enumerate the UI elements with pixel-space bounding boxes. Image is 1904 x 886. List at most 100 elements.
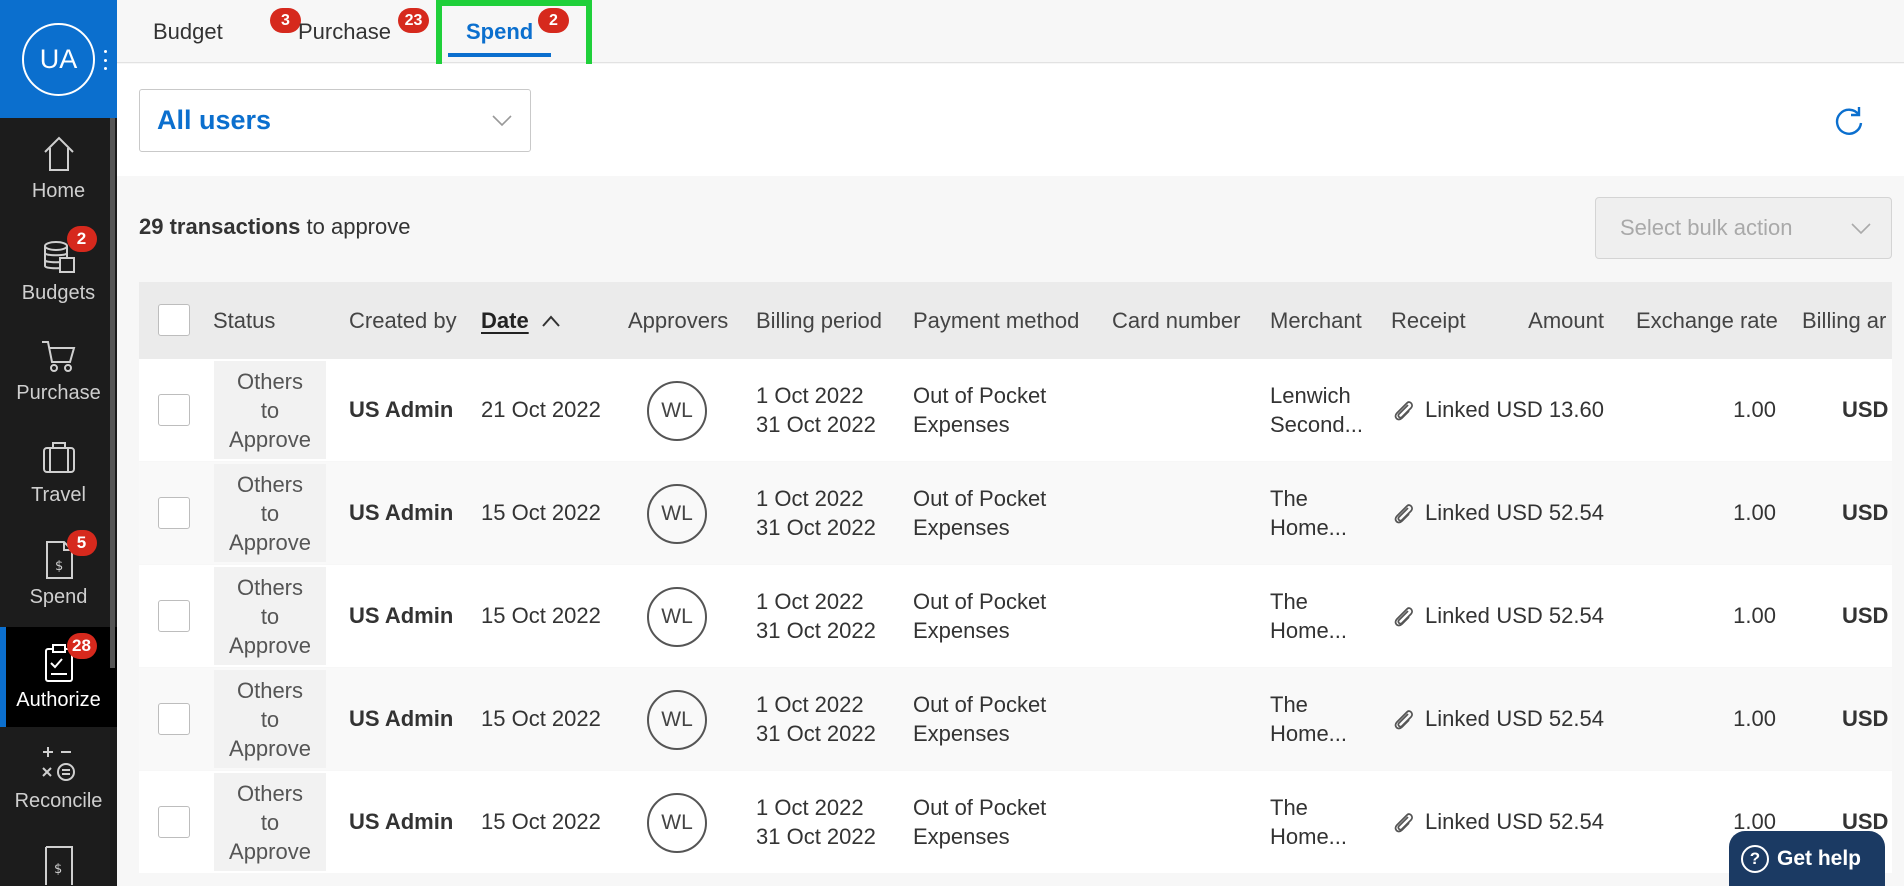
status-line: Others xyxy=(236,574,304,600)
clipboard-check-icon: 28 xyxy=(37,633,97,685)
receipt-link[interactable]: Linked xyxy=(1391,771,1490,873)
table-row[interactable]: Others to Approve US Admin 15 Oct 2022 WL 1 Oc… xyxy=(139,462,1892,564)
header-amount[interactable]: Amount xyxy=(1489,282,1604,359)
bulk-action-dropdown[interactable]: Select bulk action xyxy=(1595,197,1892,259)
payment-line: Out of Pocket xyxy=(913,795,1047,820)
table-row[interactable]: Others to Approve US Admin 15 Oct 2022 WL 1 Oc… xyxy=(139,771,1892,873)
status-line: to xyxy=(260,397,280,423)
sidebar-item-travel[interactable]: Travel xyxy=(0,422,117,522)
header-status[interactable]: Status xyxy=(213,282,275,359)
approver-avatar[interactable]: WL xyxy=(647,587,707,647)
refresh-icon[interactable] xyxy=(1832,104,1866,143)
spend-badge: 5 xyxy=(66,530,97,556)
approver-avatar[interactable]: WL xyxy=(647,793,707,853)
sidebar-item-more[interactable]: $ xyxy=(0,830,117,886)
period-start: 1 Oct 2022 xyxy=(756,486,864,511)
sidebar-item-spend[interactable]: $ 5 Spend xyxy=(0,524,117,624)
merchant-line: The xyxy=(1270,795,1308,820)
row-checkbox[interactable] xyxy=(158,806,190,838)
tab-purchase[interactable]: Purchase 23 xyxy=(298,0,429,63)
merchant-line: The xyxy=(1270,692,1308,717)
approver-avatar[interactable]: WL xyxy=(647,690,707,750)
get-help-button[interactable]: ? Get help xyxy=(1729,831,1885,886)
users-dropdown-value: All users xyxy=(157,105,272,135)
billing-period-cell: 1 Oct 2022 31 Oct 2022 xyxy=(756,359,876,461)
kebab-menu-icon[interactable] xyxy=(102,50,108,70)
status-line: Others xyxy=(236,677,304,703)
period-start: 1 Oct 2022 xyxy=(756,795,864,820)
payment-line: Out of Pocket xyxy=(913,486,1047,511)
sidebar-item-purchase[interactable]: Purchase xyxy=(0,320,117,420)
row-checkbox[interactable] xyxy=(158,394,190,426)
period-end: 31 Oct 2022 xyxy=(756,515,876,540)
transactions-table: Status Created by Date Approvers Billing… xyxy=(139,282,1892,886)
period-end: 31 Oct 2022 xyxy=(756,412,876,437)
period-end: 31 Oct 2022 xyxy=(756,824,876,849)
receipt-link[interactable]: Linked xyxy=(1391,565,1490,667)
transactions-count: 29 transactions xyxy=(139,214,301,239)
payment-line: Out of Pocket xyxy=(913,589,1047,614)
approver-avatar[interactable]: WL xyxy=(647,381,707,441)
header-billing-period[interactable]: Billing period xyxy=(756,282,882,359)
sidebar-item-authorize[interactable]: 28 Authorize xyxy=(0,627,117,727)
created-by-cell: US Admin xyxy=(349,500,454,525)
receipt-label: Linked xyxy=(1425,500,1490,525)
filter-bar: All users xyxy=(117,64,1904,176)
tab-budget[interactable]: Budget 3 xyxy=(153,0,301,63)
users-dropdown[interactable]: All users xyxy=(139,89,531,152)
sidebar-item-label: Home xyxy=(31,180,86,202)
header-billing-amount[interactable]: Billing ar xyxy=(1802,282,1886,359)
header-payment-method[interactable]: Payment method xyxy=(913,282,1079,359)
paperclip-icon xyxy=(1394,504,1413,524)
payment-method-cell: Out of Pocket Expenses xyxy=(913,565,1046,667)
period-start: 1 Oct 2022 xyxy=(756,692,864,717)
payment-method-cell: Out of Pocket Expenses xyxy=(913,668,1046,770)
table-row[interactable]: Others to Approve US Admin 15 Oct 2022 WL 1 Oc… xyxy=(139,565,1892,667)
status-line: Others xyxy=(236,780,304,806)
cart-icon xyxy=(37,334,81,378)
billing-amount-cell: USD xyxy=(1842,500,1889,525)
table-row[interactable]: Others to Approve US Admin 21 Oct 2022 WL 1 Oc… xyxy=(139,359,1892,461)
sidebar-item-home[interactable]: Home xyxy=(0,118,117,218)
header-created-by[interactable]: Created by xyxy=(349,282,457,359)
header-card-number[interactable]: Card number xyxy=(1112,282,1240,359)
receipt-link[interactable]: Linked xyxy=(1391,462,1490,564)
select-all-checkbox[interactable] xyxy=(158,304,190,336)
sidebar-scrollbar[interactable] xyxy=(110,118,115,668)
bulk-action-placeholder: Select bulk action xyxy=(1620,215,1793,240)
sidebar-item-reconcile[interactable]: Reconcile xyxy=(0,728,117,828)
spend-receipt-icon: $ 5 xyxy=(37,530,97,582)
row-checkbox[interactable] xyxy=(158,703,190,735)
chevron-down-icon xyxy=(490,108,514,139)
get-help-label: Get help xyxy=(1777,846,1862,870)
header-exchange-rate[interactable]: Exchange rate xyxy=(1636,282,1778,359)
sidebar-item-budgets[interactable]: 2 Budgets xyxy=(0,220,117,320)
status-line: Others xyxy=(236,368,304,394)
merchant-cell: The Home... xyxy=(1270,462,1347,564)
billing-period-cell: 1 Oct 2022 31 Oct 2022 xyxy=(756,565,876,667)
header-approvers[interactable]: Approvers xyxy=(628,282,728,359)
status-line: to xyxy=(260,706,280,732)
tab-bar: Budget 3 Purchase 23 Spend 2 xyxy=(117,0,1904,63)
amount-cell: USD 52.54 xyxy=(1496,706,1604,731)
payment-line: Out of Pocket xyxy=(913,692,1047,717)
sidebar-item-label: Reconcile xyxy=(14,790,103,812)
header-date[interactable]: Date xyxy=(481,282,561,359)
tab-label: Purchase xyxy=(298,18,391,44)
approver-avatar[interactable]: WL xyxy=(647,484,707,544)
table-row[interactable]: Others to Approve US Admin 15 Oct 2022 WL 1 Oc… xyxy=(139,668,1892,770)
receipt-link[interactable]: Linked xyxy=(1391,359,1490,461)
merchant-cell: Lenwich Second... xyxy=(1270,359,1363,461)
calculator-icon xyxy=(37,742,81,786)
amount-cell: USD 52.54 xyxy=(1496,500,1604,525)
created-by-cell: US Admin xyxy=(349,809,454,834)
row-checkbox[interactable] xyxy=(158,497,190,529)
transactions-summary: 29 transactions to approve xyxy=(139,214,410,240)
row-checkbox[interactable] xyxy=(158,600,190,632)
receipt-link[interactable]: Linked xyxy=(1391,668,1490,770)
header-merchant[interactable]: Merchant xyxy=(1270,282,1362,359)
date-cell: 15 Oct 2022 xyxy=(481,706,601,731)
header-receipt[interactable]: Receipt xyxy=(1391,282,1466,359)
receipt-list-icon: $ xyxy=(37,844,81,886)
user-avatar[interactable]: UA xyxy=(22,23,95,96)
